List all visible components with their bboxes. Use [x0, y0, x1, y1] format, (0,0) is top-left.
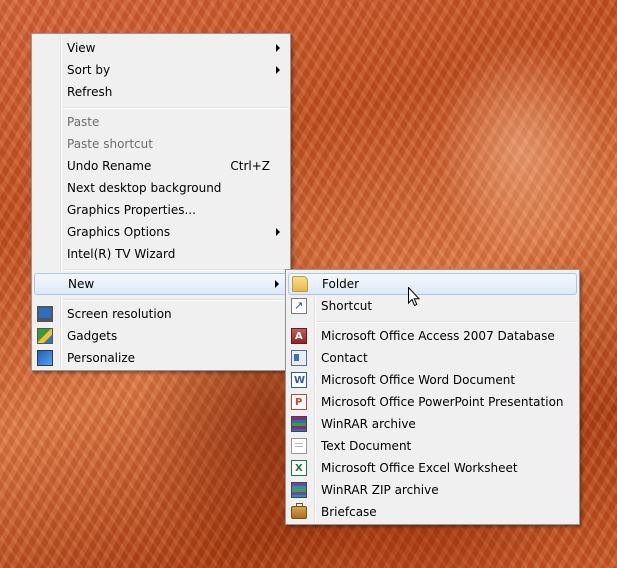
- menu-item-label: Refresh: [67, 85, 113, 99]
- menu-item-label: Paste: [67, 115, 100, 129]
- menu-item-personalize[interactable]: Personalize: [34, 347, 288, 369]
- folder-icon: [292, 276, 308, 292]
- menu-item-label: Paste shortcut: [67, 137, 153, 151]
- menu-item-new-text-document[interactable]: Text Document: [288, 435, 577, 457]
- menu-item-new-excel-worksheet[interactable]: Microsoft Office Excel Worksheet: [288, 457, 577, 480]
- text-document-icon: [291, 438, 307, 454]
- menu-item-new-powerpoint-presentation[interactable]: Microsoft Office PowerPoint Presentation: [288, 391, 577, 414]
- menu-item-new[interactable]: New: [34, 273, 288, 295]
- menu-item-undo-rename[interactable]: Undo Rename Ctrl+Z: [34, 155, 288, 177]
- shortcut-icon: [291, 295, 307, 317]
- menu-item-label: Sort by: [67, 63, 111, 77]
- winrar-zip-icon: [291, 482, 307, 498]
- menu-item-label: Microsoft Office Word Document: [321, 373, 516, 387]
- menu-item-label: Intel(R) TV Wizard: [67, 247, 176, 261]
- desktop-context-menu: View Sort by Refresh Paste Paste shortcu…: [31, 33, 291, 371]
- submenu-arrow-icon: [275, 280, 279, 288]
- menu-separator: [317, 321, 577, 323]
- menu-item-shortcut[interactable]: Shortcut: [288, 295, 577, 317]
- menu-item-label: Microsoft Office Excel Worksheet: [321, 461, 518, 475]
- menu-item-refresh[interactable]: Refresh: [34, 81, 288, 103]
- menu-item-label: Undo Rename: [67, 159, 152, 173]
- menu-item-new-winrar-archive[interactable]: WinRAR archive: [288, 413, 577, 435]
- menu-item-label: Next desktop background: [67, 181, 222, 195]
- menu-item-label: Graphics Options: [67, 225, 171, 239]
- menu-item-new-briefcase[interactable]: Briefcase: [288, 501, 577, 523]
- menu-separator: [63, 299, 288, 301]
- menu-item-label: WinRAR ZIP archive: [321, 483, 439, 497]
- menu-item-paste[interactable]: Paste: [34, 111, 288, 133]
- keyboard-shortcut: Ctrl+Z: [230, 159, 270, 173]
- menu-item-label: Graphics Properties...: [67, 203, 196, 217]
- menu-separator: [63, 107, 288, 109]
- menu-item-label: New: [68, 277, 95, 291]
- menu-item-new-access-database[interactable]: Microsoft Office Access 2007 Database: [288, 325, 577, 348]
- menu-item-label: Folder: [322, 277, 360, 291]
- menu-item-label: Text Document: [321, 439, 412, 453]
- new-submenu: Folder Shortcut Microsoft Office Access …: [285, 269, 580, 525]
- excel-icon: [291, 458, 307, 480]
- menu-item-label: Microsoft Office Access 2007 Database: [321, 329, 555, 343]
- access-icon: [291, 326, 307, 348]
- menu-item-gadgets[interactable]: Gadgets: [34, 325, 288, 347]
- menu-item-screen-resolution[interactable]: Screen resolution: [34, 303, 288, 325]
- menu-item-label: Briefcase: [321, 505, 377, 519]
- menu-item-label: Gadgets: [67, 329, 118, 343]
- menu-item-graphics-properties[interactable]: Graphics Properties...: [34, 199, 288, 221]
- menu-item-intel-tv-wizard[interactable]: Intel(R) TV Wizard: [34, 243, 288, 265]
- briefcase-icon: [291, 503, 307, 519]
- submenu-arrow-icon: [276, 66, 280, 74]
- menu-item-view[interactable]: View: [34, 37, 288, 59]
- menu-item-folder[interactable]: Folder: [288, 273, 577, 295]
- powerpoint-icon: [291, 392, 307, 414]
- menu-item-paste-shortcut[interactable]: Paste shortcut: [34, 133, 288, 155]
- menu-item-new-word-document[interactable]: Microsoft Office Word Document: [288, 369, 577, 392]
- menu-item-graphics-options[interactable]: Graphics Options: [34, 221, 288, 243]
- menu-item-label: Personalize: [67, 351, 136, 365]
- menu-item-sort-by[interactable]: Sort by: [34, 59, 288, 81]
- menu-item-label: Contact: [321, 351, 368, 365]
- menu-item-new-winrar-zip-archive[interactable]: WinRAR ZIP archive: [288, 479, 577, 501]
- menu-item-label: Microsoft Office PowerPoint Presentation: [321, 395, 564, 409]
- winrar-icon: [291, 416, 307, 432]
- monitor-icon: [37, 306, 53, 322]
- menu-item-label: Shortcut: [321, 299, 373, 313]
- menu-item-next-desktop-background[interactable]: Next desktop background: [34, 177, 288, 199]
- menu-item-label: Screen resolution: [67, 307, 172, 321]
- menu-separator: [63, 269, 288, 271]
- submenu-arrow-icon: [276, 44, 280, 52]
- menu-item-label: View: [67, 41, 96, 55]
- contact-icon: [291, 350, 307, 366]
- mouse-pointer-icon: [408, 287, 420, 307]
- gadgets-icon: [37, 328, 53, 344]
- menu-item-new-contact[interactable]: Contact: [288, 347, 577, 369]
- word-icon: [291, 370, 307, 392]
- menu-item-label: WinRAR archive: [321, 417, 416, 431]
- personalize-icon: [37, 350, 53, 366]
- submenu-arrow-icon: [276, 228, 280, 236]
